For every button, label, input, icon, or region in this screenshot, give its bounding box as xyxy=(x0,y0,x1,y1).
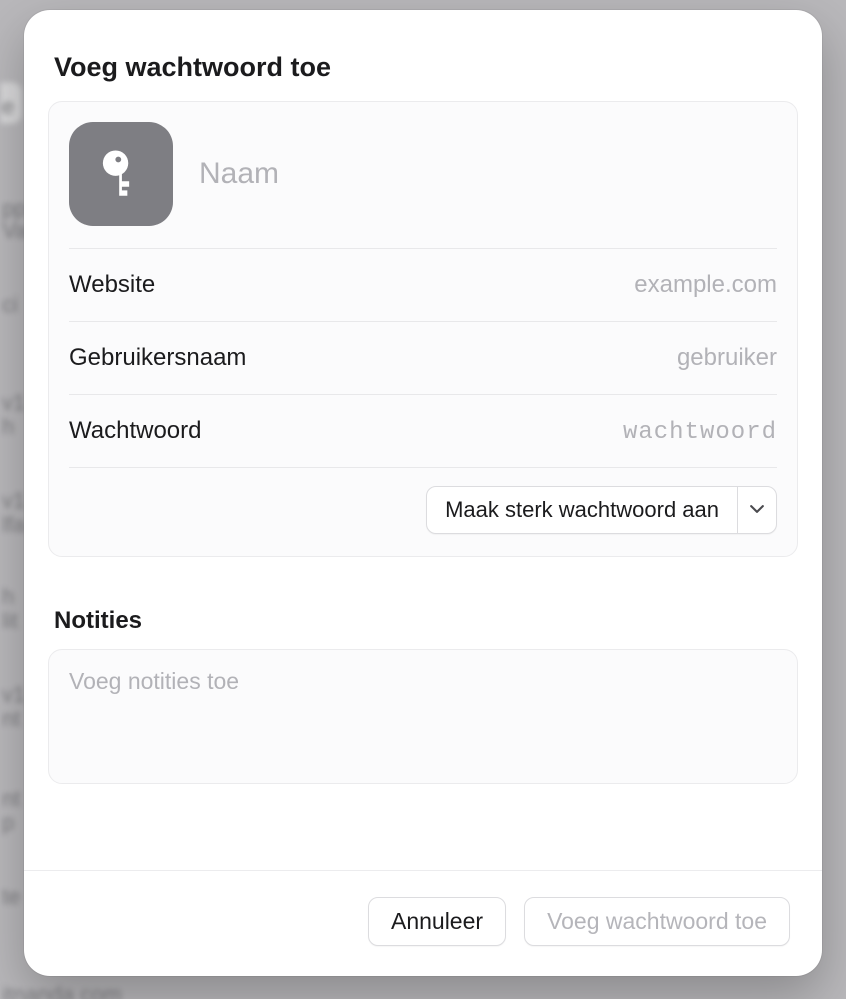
password-input[interactable] xyxy=(388,417,777,445)
website-label: Website xyxy=(69,271,155,299)
website-row: Website xyxy=(69,249,777,322)
dialog-footer: Annuleer Voeg wachtwoord toe xyxy=(24,870,822,976)
credentials-card: Website Gebruikersnaam Wachtwoord Maak s… xyxy=(48,101,798,557)
website-input[interactable] xyxy=(388,271,777,299)
username-input[interactable] xyxy=(388,344,777,372)
name-input[interactable] xyxy=(199,157,777,191)
name-row xyxy=(69,102,777,249)
username-row: Gebruikersnaam xyxy=(69,322,777,395)
password-label: Wachtwoord xyxy=(69,417,202,445)
notes-heading: Notities xyxy=(54,607,798,635)
notes-textarea[interactable] xyxy=(49,650,797,778)
dialog-title: Voeg wachtwoord toe xyxy=(54,52,798,83)
username-label: Gebruikersnaam xyxy=(69,344,246,372)
key-icon xyxy=(69,122,173,226)
chevron-down-icon xyxy=(750,502,764,519)
notes-card xyxy=(48,649,798,784)
generate-password-button[interactable]: Maak sterk wachtwoord aan xyxy=(427,487,737,533)
generate-password-split-button: Maak sterk wachtwoord aan xyxy=(426,486,777,534)
generate-password-row: Maak sterk wachtwoord aan xyxy=(69,468,777,556)
add-password-dialog: Voeg wachtwoord toe Website Gebruikersna… xyxy=(24,10,822,976)
password-row: Wachtwoord xyxy=(69,395,777,468)
generate-password-options-toggle[interactable] xyxy=(738,487,776,533)
submit-button[interactable]: Voeg wachtwoord toe xyxy=(524,897,790,946)
cancel-button[interactable]: Annuleer xyxy=(368,897,506,946)
